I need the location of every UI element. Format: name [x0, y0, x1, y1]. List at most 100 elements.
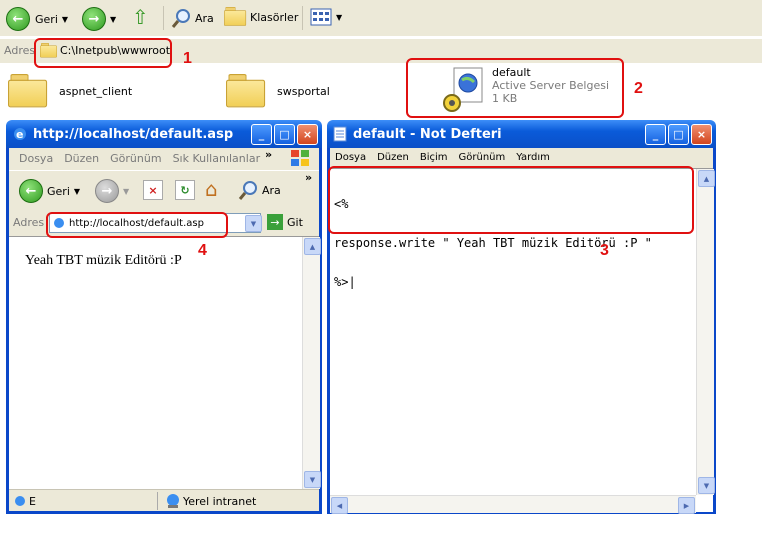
annotation-box-1 — [34, 38, 172, 68]
page-text: Yeah TBT müzik Editörü :P — [25, 253, 182, 268]
chevron-down-icon[interactable]: ▼ — [110, 15, 116, 24]
explorer-toolbar: ← Geri ▼ → ▼ ⇧ Ara Klasörler ▼ — [0, 0, 762, 36]
annotation-box-3 — [328, 166, 694, 234]
browser-menubar: Dosya Düzen Görünüm Sık Kullanılanlar — [19, 152, 271, 165]
go-label: Git — [287, 215, 303, 229]
chevron-down-icon[interactable]: ▼ — [62, 15, 68, 24]
scroll-down-icon[interactable]: ▼ — [304, 471, 321, 488]
folder-name: aspnet_client — [59, 84, 133, 98]
annotation-box-4 — [46, 212, 228, 238]
minimize-button[interactable]: _ — [251, 123, 272, 145]
back-arrow-icon: ← — [6, 7, 30, 31]
address-label: Adres — [4, 44, 36, 57]
address-label: Adres — [13, 216, 45, 229]
annotation-number-3: 3 — [600, 242, 609, 259]
menu-favorites[interactable]: Sık Kullanılanlar — [173, 152, 261, 165]
views-grid-icon — [310, 8, 332, 26]
folder-icon — [8, 74, 54, 113]
divider — [157, 492, 158, 510]
notepad-vscrollbar[interactable]: ▲ ▼ — [696, 169, 715, 495]
chevron-down-icon[interactable]: ▼ — [336, 13, 342, 22]
status-text: E — [29, 495, 36, 508]
scroll-left-icon[interactable]: ◀ — [331, 497, 348, 514]
up-folder-icon[interactable]: ⇧ — [132, 5, 149, 29]
back-label: Geri — [47, 184, 70, 198]
toolbar-separator — [163, 6, 164, 30]
forward-button[interactable]: → ▼ — [95, 179, 129, 203]
chevron-down-icon[interactable]: ▼ — [123, 187, 129, 196]
browser-content: Yeah TBT müzik Editörü :P ▲ ▼ — [9, 236, 321, 489]
browser-window: e http://localhost/default.asp _ □ × Dos… — [6, 120, 322, 514]
browser-titlebar[interactable]: e http://localhost/default.asp _ □ × — [6, 120, 322, 148]
menu-overflow-chevron[interactable]: » — [265, 148, 272, 161]
folder-icon — [226, 74, 272, 113]
menu-format[interactable]: Biçim — [420, 152, 448, 163]
views-button[interactable]: ▼ — [310, 8, 342, 26]
browser-toolbar: ← Geri ▼ → ▼ × ↻ ⌂ Ara » — [9, 171, 319, 210]
close-button[interactable]: × — [691, 123, 712, 145]
folders-label: Klasörler — [250, 10, 299, 24]
close-button[interactable]: × — [297, 123, 318, 145]
search-icon — [171, 9, 190, 28]
scroll-right-icon[interactable]: ▶ — [678, 497, 695, 514]
back-button[interactable]: ← Geri ▼ — [19, 179, 80, 203]
go-arrow-icon: → — [267, 214, 283, 230]
scroll-down-icon[interactable]: ▼ — [698, 477, 715, 494]
forward-button[interactable]: → ▼ — [82, 7, 116, 31]
ie-page-icon — [15, 496, 25, 506]
chevron-down-icon[interactable]: ▼ — [74, 187, 80, 196]
annotation-number-1: 1 — [183, 50, 192, 67]
status-zone: Yerel intranet — [183, 495, 257, 508]
go-button[interactable]: → Git — [267, 214, 303, 230]
folder-item[interactable]: aspnet_client — [8, 74, 132, 108]
annotation-number-2: 2 — [634, 80, 643, 97]
menu-edit[interactable]: Düzen — [64, 152, 99, 165]
forward-arrow-icon: → — [95, 179, 119, 203]
toolbar-overflow-chevron[interactable]: » — [305, 171, 312, 184]
back-button[interactable]: ← Geri ▼ — [6, 7, 68, 31]
toolbar-separator — [302, 6, 303, 30]
maximize-button[interactable]: □ — [274, 123, 295, 145]
search-button[interactable]: Ara — [237, 179, 281, 201]
url-dropdown-icon[interactable]: ▼ — [245, 215, 262, 232]
search-label: Ara — [195, 11, 214, 25]
svg-text:e: e — [16, 128, 23, 141]
notepad-hscrollbar[interactable]: ◀ ▶ — [330, 495, 696, 514]
menu-view[interactable]: Görünüm — [459, 152, 506, 163]
scroll-up-icon[interactable]: ▲ — [304, 238, 321, 255]
windows-logo-icon — [291, 150, 309, 166]
menu-file[interactable]: Dosya — [335, 152, 366, 163]
scroll-up-icon[interactable]: ▲ — [698, 170, 715, 187]
notepad-icon — [333, 126, 347, 142]
back-label: Geri — [35, 12, 58, 26]
notepad-titlebar[interactable]: default - Not Defteri _ □ × — [327, 120, 716, 148]
menu-edit[interactable]: Düzen — [377, 152, 409, 163]
browser-title: http://localhost/default.asp — [33, 126, 234, 142]
notepad-title: default - Not Defteri — [353, 126, 502, 142]
menu-file[interactable]: Dosya — [19, 152, 53, 165]
menu-view[interactable]: Görünüm — [110, 152, 161, 165]
annotation-box-2 — [406, 58, 624, 118]
search-label: Ara — [262, 183, 281, 197]
menu-help[interactable]: Yardım — [516, 152, 550, 163]
folder-icon — [224, 7, 247, 26]
intranet-globe-icon — [167, 494, 179, 508]
search-button[interactable]: Ara — [170, 7, 214, 29]
back-arrow-icon: ← — [19, 179, 43, 203]
browser-statusbar: E Yerel intranet — [9, 489, 319, 512]
folder-name: swsportal — [277, 84, 330, 98]
notepad-menubar: Dosya Düzen Biçim Görünüm Yardım — [335, 152, 561, 163]
code-line: %>| — [334, 275, 356, 289]
ie-icon: e — [14, 128, 26, 141]
folder-item[interactable]: swsportal — [226, 74, 330, 108]
refresh-icon[interactable]: ↻ — [175, 180, 195, 200]
forward-arrow-icon: → — [82, 7, 106, 31]
folders-button[interactable]: Klasörler — [224, 7, 298, 27]
browser-scrollbar[interactable]: ▲ ▼ — [302, 237, 321, 489]
home-icon[interactable]: ⌂ — [205, 177, 218, 201]
search-icon — [238, 181, 257, 200]
stop-icon[interactable]: × — [143, 180, 163, 200]
maximize-button[interactable]: □ — [668, 123, 689, 145]
annotation-number-4: 4 — [198, 242, 207, 259]
minimize-button[interactable]: _ — [645, 123, 666, 145]
